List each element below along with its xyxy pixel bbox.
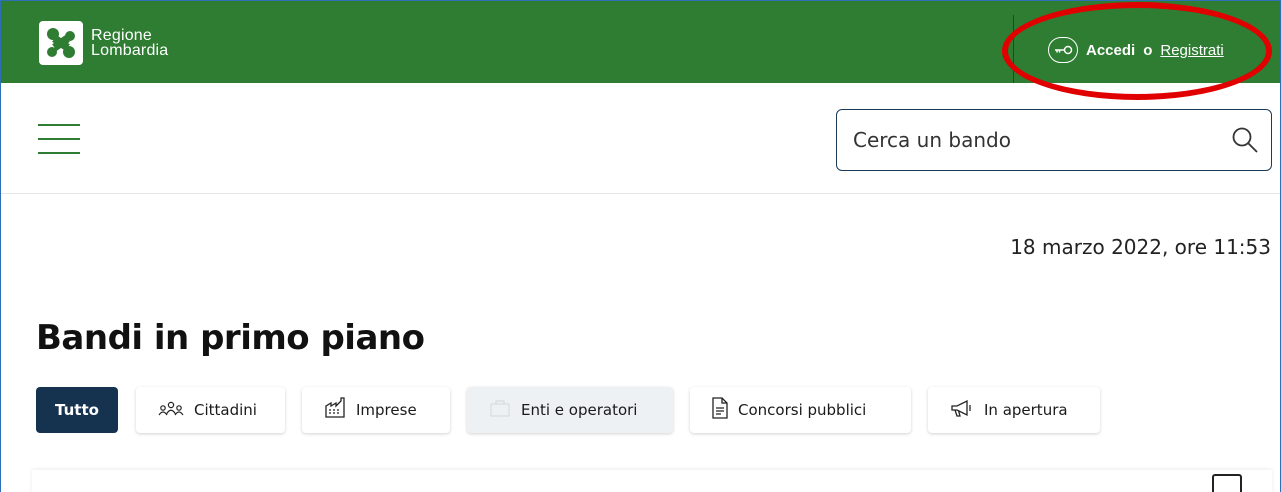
menu-icon[interactable] bbox=[38, 124, 80, 160]
tab-label: Imprese bbox=[356, 401, 417, 419]
header-divider bbox=[1, 193, 1280, 194]
tab-label: Enti e operatori bbox=[521, 401, 638, 419]
tab-cittadini[interactable]: Cittadini bbox=[136, 387, 285, 433]
login-label[interactable]: Accedi bbox=[1086, 42, 1135, 59]
tab-imprese[interactable]: Imprese bbox=[302, 387, 450, 433]
people-icon bbox=[158, 400, 184, 420]
card-action-icon[interactable] bbox=[1212, 474, 1242, 492]
search-box[interactable] bbox=[836, 109, 1272, 171]
document-icon bbox=[712, 397, 728, 423]
key-icon bbox=[1048, 37, 1078, 63]
logo-line-1: Regione bbox=[91, 27, 153, 44]
building-icon bbox=[489, 399, 511, 421]
tab-label: Tutto bbox=[55, 401, 99, 419]
logo-mark-icon bbox=[39, 21, 83, 65]
logo-line-2: Lombardia bbox=[91, 42, 169, 59]
login-conjunction: o bbox=[1143, 41, 1153, 59]
register-link[interactable]: Registrati bbox=[1160, 42, 1223, 59]
content-card bbox=[32, 470, 1272, 492]
region-logo[interactable]: Regione Lombardia bbox=[39, 21, 168, 65]
top-bar: Regione Lombardia Accedi o Registrati bbox=[1, 1, 1280, 83]
search-input[interactable] bbox=[853, 124, 1213, 156]
login-register-link[interactable]: Accedi o Registrati bbox=[1048, 37, 1224, 63]
factory-icon bbox=[324, 397, 346, 423]
tab-tutto[interactable]: Tutto bbox=[36, 387, 118, 433]
megaphone-icon bbox=[950, 398, 974, 422]
topbar-divider bbox=[1013, 15, 1014, 83]
tab-concorsi-pubblici[interactable]: Concorsi pubblici bbox=[690, 387, 911, 433]
tab-in-apertura[interactable]: In apertura bbox=[928, 387, 1100, 433]
tab-label: Cittadini bbox=[194, 401, 257, 419]
search-icon[interactable] bbox=[1231, 126, 1259, 159]
tab-label: In apertura bbox=[984, 401, 1068, 419]
section-title: Bandi in primo piano bbox=[36, 318, 425, 358]
logo-text: Regione Lombardia bbox=[91, 27, 169, 59]
tab-label: Concorsi pubblici bbox=[738, 401, 867, 419]
tab-enti-operatori[interactable]: Enti e operatori bbox=[467, 387, 673, 433]
date-time: 18 marzo 2022, ore 11:53 bbox=[1010, 235, 1271, 259]
